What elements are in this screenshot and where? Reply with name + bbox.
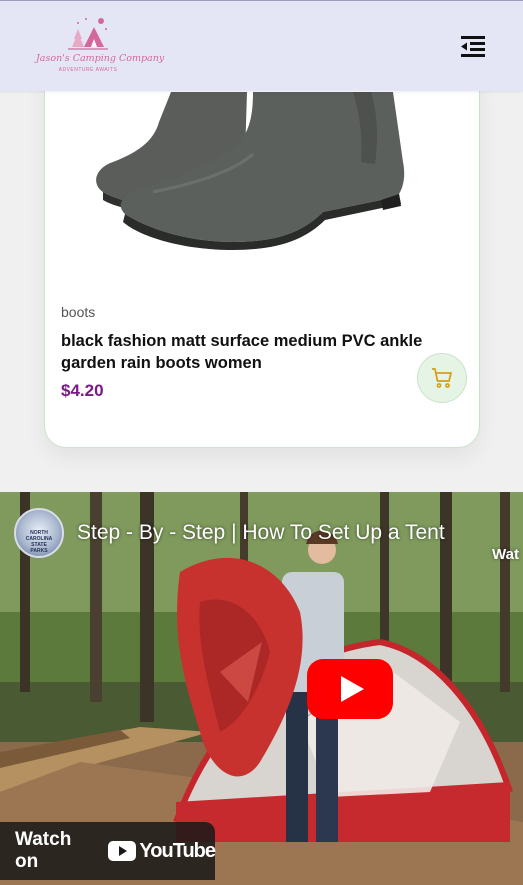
channel-avatar[interactable]: NORTH CAROLINA STATE PARKS [14,508,64,558]
page: Jason's Camping Company ADVENTURE AWAITS [0,0,523,885]
youtube-logo-icon [108,841,137,861]
product-image[interactable] [63,92,461,262]
product-section: boots black fashion matt surface medium … [0,71,523,492]
logo-name: Jason's Camping Company [36,53,165,64]
camping-logo-icon [68,18,108,50]
watch-on-label: Watch on [15,829,72,872]
menu-collapse-icon[interactable] [458,32,488,62]
shopping-cart-icon [432,368,452,388]
logo-tagline: ADVENTURE AWAITS [58,67,118,73]
channel-badge-text: NORTH CAROLINA STATE PARKS [25,530,53,554]
product-card[interactable]: boots black fashion matt surface medium … [44,71,480,448]
product-price: $4.20 [61,381,104,400]
product-category[interactable]: boots [61,304,95,320]
site-header: Jason's Camping Company ADVENTURE AWAITS [0,0,523,91]
youtube-logo: YouTube [108,839,216,863]
youtube-play-icon[interactable] [307,659,393,719]
video-title[interactable]: Step - By - Step | How To Set Up a Tent [77,521,445,545]
watch-on-youtube-button[interactable]: Watch on YouTube [0,822,216,880]
product-title[interactable]: black fashion matt surface medium PVC an… [61,330,461,374]
site-logo[interactable]: Jason's Camping Company ADVENTURE AWAITS [36,11,165,77]
add-to-cart-button[interactable] [417,353,467,403]
watch-later-label[interactable]: Wat [492,546,519,563]
youtube-video-embed[interactable]: NORTH CAROLINA STATE PARKS Step - By - S… [0,492,523,885]
youtube-wordmark: YouTube [139,839,216,862]
